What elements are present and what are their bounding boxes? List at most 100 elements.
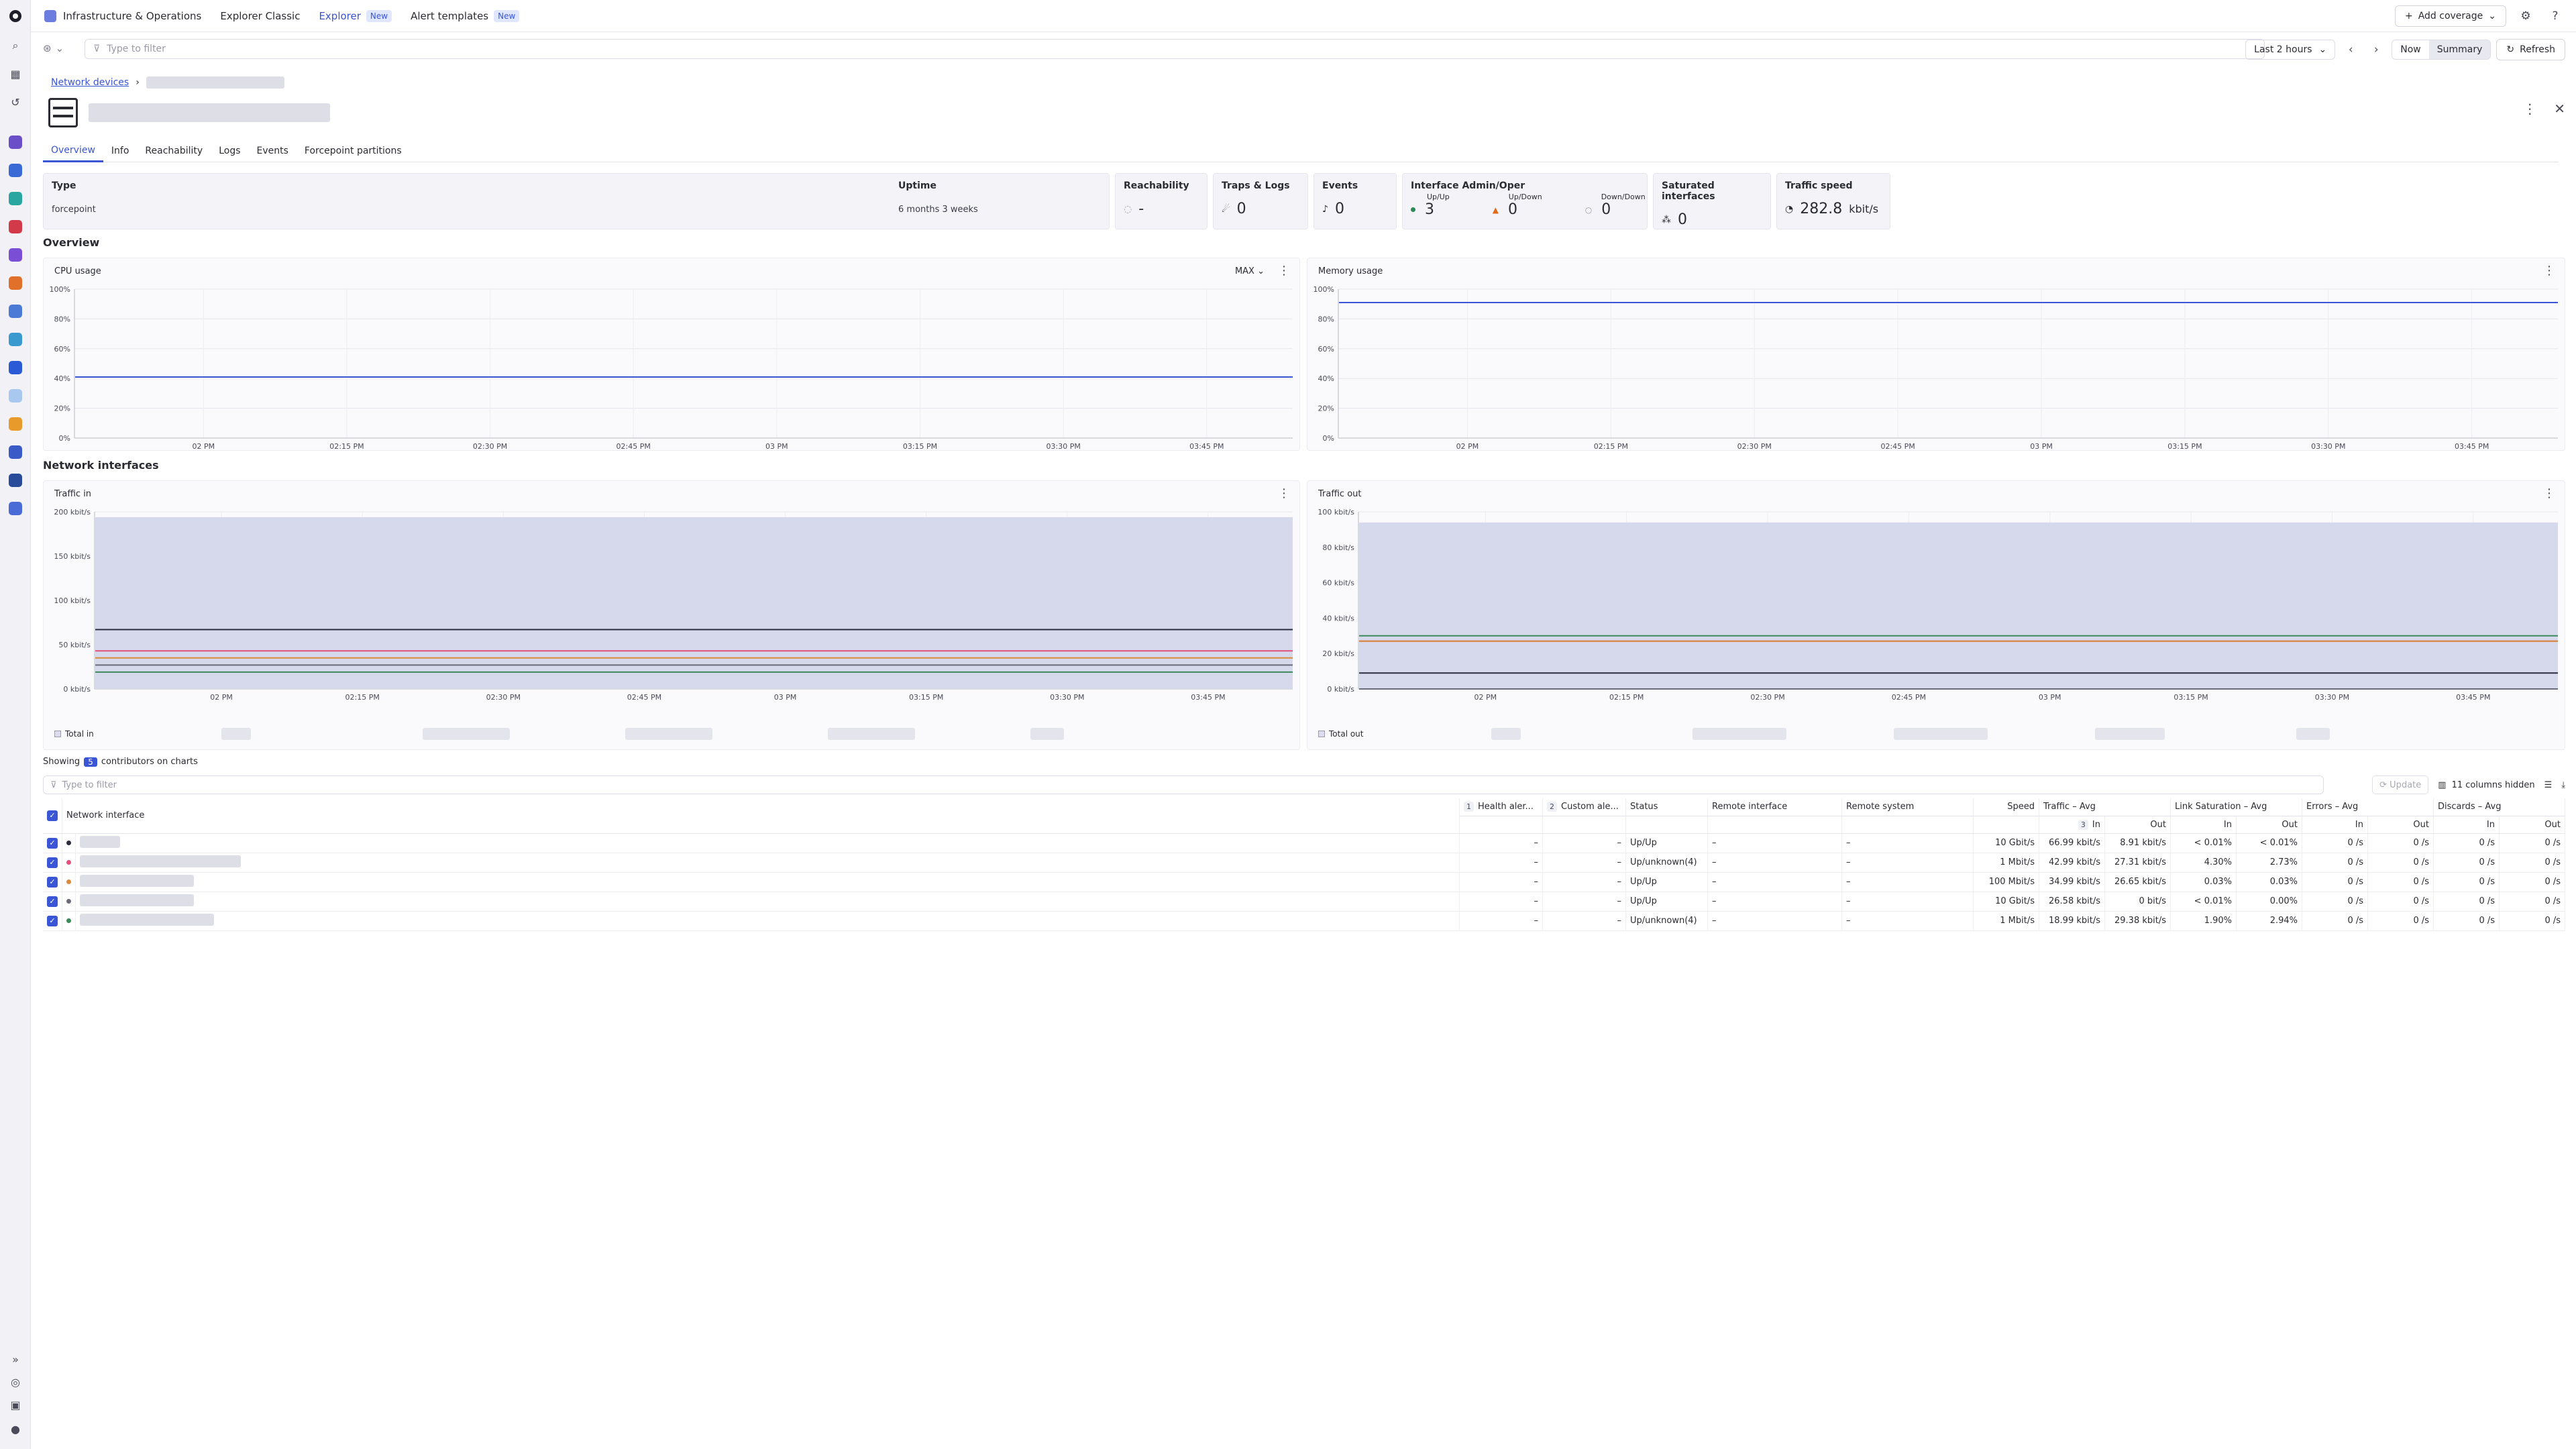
- tab-forcepoint-partitions[interactable]: Forcepoint partitions: [297, 140, 410, 162]
- kpi-traffic-speed[interactable]: Traffic speed ◔ 282.8 kbit/s: [1776, 173, 1890, 229]
- tab-logs[interactable]: Logs: [211, 140, 248, 162]
- row-checkbox[interactable]: ✓: [47, 876, 58, 888]
- legend-redacted[interactable]: [1893, 728, 1988, 740]
- col-link-out[interactable]: Out: [2236, 816, 2302, 834]
- history-icon[interactable]: ↺: [7, 94, 23, 110]
- table-row[interactable]: ✓ – – Up/unknown(4) – –1 Mbit/s 18.99 kbit/s 29…: [43, 911, 2565, 931]
- col-discards-avg[interactable]: Discards – Avg: [2433, 798, 2565, 816]
- tab-events[interactable]: Events: [249, 140, 297, 162]
- app-icon-7[interactable]: [9, 305, 22, 318]
- now-button[interactable]: Now: [2392, 40, 2428, 59]
- add-coverage-button[interactable]: + Add coverage ⌄: [2394, 5, 2506, 27]
- legend-label[interactable]: Total in: [65, 729, 94, 739]
- legend-redacted[interactable]: [1692, 728, 1786, 740]
- kpi-events[interactable]: Events ♪ 0: [1313, 173, 1397, 229]
- kpi-traps-logs[interactable]: Traps & Logs ☄ 0: [1213, 173, 1308, 229]
- user-avatar-icon[interactable]: ●: [7, 1421, 23, 1437]
- close-icon[interactable]: ✕: [2554, 101, 2565, 117]
- more-options-icon[interactable]: ⋮: [1278, 486, 1290, 500]
- contributors-count[interactable]: 5: [84, 757, 97, 767]
- app-icon-9[interactable]: [9, 361, 22, 374]
- chevron-right-icon[interactable]: ›: [2366, 40, 2386, 60]
- legend-redacted[interactable]: [625, 728, 712, 740]
- kpi-saturated-interfaces[interactable]: Saturated interfaces ⁂ 0: [1653, 173, 1771, 229]
- redacted-interface-name[interactable]: [80, 874, 194, 887]
- more-options-icon[interactable]: ⋮: [2543, 486, 2555, 500]
- summary-button[interactable]: Summary: [2428, 40, 2491, 59]
- col-remote-interface[interactable]: Remote interface: [1707, 798, 1842, 816]
- redacted-interface-name[interactable]: [80, 835, 120, 848]
- redacted-interface-name[interactable]: [80, 894, 194, 906]
- more-options-icon[interactable]: ⋮: [2543, 264, 2555, 278]
- app-icon-12[interactable]: [9, 445, 22, 459]
- col-health-alerts[interactable]: 1 Health aler...: [1459, 798, 1543, 816]
- legend-redacted[interactable]: [422, 728, 510, 740]
- globe-icon[interactable]: ◎: [7, 1374, 23, 1390]
- tab-reachability[interactable]: Reachability: [137, 140, 211, 162]
- settings-gear-icon[interactable]: ⚙: [2516, 6, 2536, 26]
- col-discards-in[interactable]: In: [2433, 816, 2500, 834]
- col-errors-avg[interactable]: Errors – Avg: [2302, 798, 2434, 816]
- col-errors-out[interactable]: Out: [2367, 816, 2434, 834]
- nav-alert-templates[interactable]: Alert templates New: [411, 9, 520, 22]
- download-icon[interactable]: ⤓: [2561, 780, 2565, 790]
- col-speed[interactable]: Speed: [1973, 798, 2039, 816]
- kpi-interface-admin-oper[interactable]: Interface Admin/Oper Up/Up 3 Up/Down ▲ 0 …: [1402, 173, 1648, 229]
- legend-redacted[interactable]: [221, 728, 251, 740]
- timeframe-selector[interactable]: Last 2 hours ⌄: [2245, 40, 2336, 60]
- col-traffic-avg[interactable]: Traffic – Avg: [2039, 798, 2171, 816]
- table-row[interactable]: ✓ – – Up/Up – –10 Gbit/s 26.58 kbit/s 0 bit/s < …: [43, 892, 2565, 912]
- app-icon-13[interactable]: [9, 474, 22, 487]
- row-checkbox[interactable]: ✓: [47, 837, 58, 849]
- nav-explorer[interactable]: Explorer New: [319, 9, 392, 22]
- dynatrace-logo-icon[interactable]: [7, 8, 23, 24]
- row-checkbox[interactable]: ✓: [47, 857, 58, 868]
- col-traffic-out[interactable]: Out: [2104, 816, 2171, 834]
- row-checkbox[interactable]: ✓: [47, 915, 58, 926]
- col-network-interface[interactable]: Network interface: [62, 798, 1460, 834]
- table-row[interactable]: ✓ – – Up/Up – –10 Gbit/s 66.99 kbit/s 8.91 kbit…: [43, 833, 2565, 853]
- app-icon-10[interactable]: [9, 389, 22, 402]
- update-button[interactable]: ⟳ Update: [2372, 775, 2429, 794]
- legend-redacted[interactable]: [827, 728, 915, 740]
- cell-name[interactable]: [75, 872, 1460, 892]
- col-discards-out[interactable]: Out: [2499, 816, 2565, 834]
- col-link-in[interactable]: In: [2170, 816, 2237, 834]
- app-icon-infra-ops[interactable]: [9, 164, 22, 177]
- segment-selector[interactable]: ⊛ ⌄: [31, 42, 64, 54]
- app-icon-4[interactable]: [9, 220, 22, 233]
- col-errors-in[interactable]: In: [2302, 816, 2368, 834]
- col-custom-alerts[interactable]: 2 Custom ale...: [1542, 798, 1626, 816]
- redacted-interface-name[interactable]: [80, 913, 214, 926]
- search-icon[interactable]: ⌕: [7, 38, 23, 54]
- app-icon-14[interactable]: [9, 502, 22, 515]
- legend-redacted[interactable]: [1030, 728, 1064, 740]
- col-traffic-in[interactable]: 3 In: [2039, 816, 2105, 834]
- columns-hidden-button[interactable]: ▥ 11 columns hidden: [2438, 780, 2534, 790]
- row-checkbox[interactable]: ✓: [47, 896, 58, 907]
- redacted-interface-name[interactable]: [80, 855, 241, 867]
- cell-name[interactable]: [75, 911, 1460, 931]
- app-icon-5[interactable]: [9, 248, 22, 262]
- legend-label[interactable]: Total out: [1329, 729, 1364, 739]
- app-icon-6[interactable]: [9, 276, 22, 290]
- apps-grid-icon[interactable]: ▦: [7, 66, 23, 82]
- chevron-left-icon[interactable]: ‹: [2341, 40, 2361, 60]
- col-status[interactable]: Status: [1625, 798, 1708, 816]
- tab-info[interactable]: Info: [103, 140, 138, 162]
- col-remote-system[interactable]: Remote system: [1841, 798, 1974, 816]
- cell-name[interactable]: [75, 892, 1460, 912]
- aggregation-selector[interactable]: MAX ⌄: [1235, 266, 1265, 276]
- app-icon-11[interactable]: [9, 417, 22, 431]
- app-icon-8[interactable]: [9, 333, 22, 346]
- more-options-icon[interactable]: ⋮: [2523, 101, 2536, 117]
- select-all-checkbox[interactable]: ✓: [43, 798, 62, 834]
- nav-explorer-classic[interactable]: Explorer Classic: [220, 10, 300, 22]
- table-row[interactable]: ✓ – – Up/Up – –100 Mbit/s 34.99 kbit/s 26.65 kb…: [43, 872, 2565, 892]
- filter-input[interactable]: ⊽ Type to filter: [85, 39, 2265, 59]
- kpi-reachability[interactable]: Reachability ◌ -: [1115, 173, 1208, 229]
- legend-redacted[interactable]: [2094, 728, 2165, 740]
- tab-overview[interactable]: Overview: [43, 140, 103, 162]
- more-options-icon[interactable]: ⋮: [1278, 264, 1290, 278]
- app-icon-3[interactable]: [9, 192, 22, 205]
